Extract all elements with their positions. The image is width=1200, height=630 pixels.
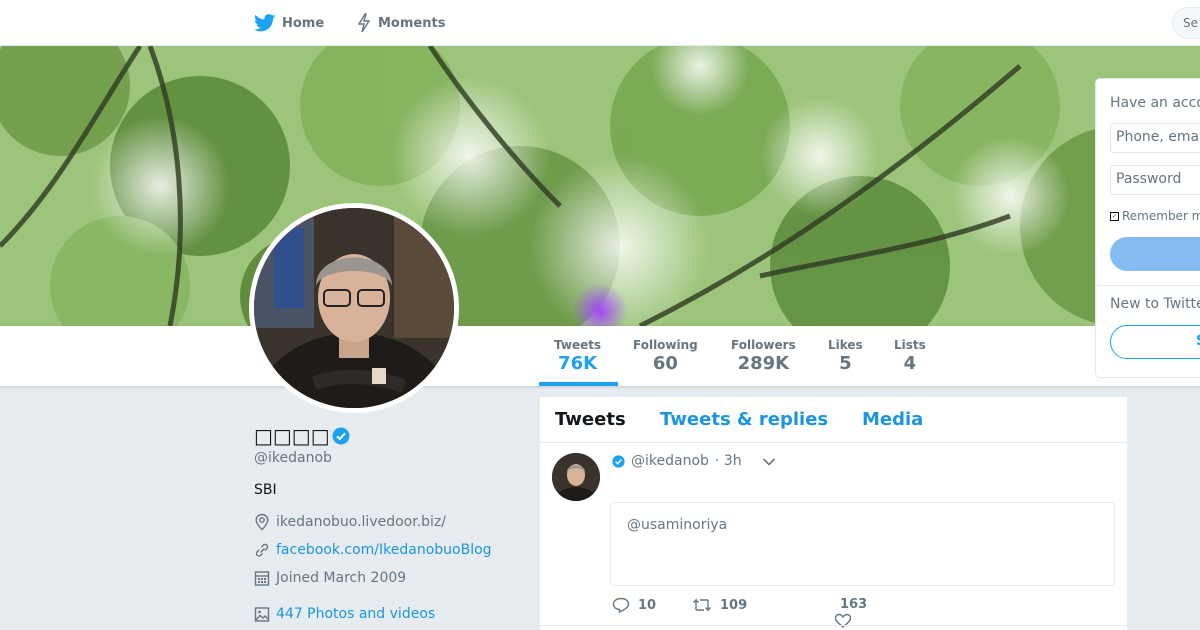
stat-followers[interactable]: Followers 289K <box>731 338 796 374</box>
nav-moments[interactable]: Moments <box>356 0 445 46</box>
calendar-icon <box>254 571 270 586</box>
like-count: 163 <box>840 597 868 612</box>
twitter-bird-icon <box>254 14 276 32</box>
tweet-divider <box>540 625 1127 626</box>
stat-label: Likes <box>828 338 863 352</box>
tweet-header: @ikedanob · 3h <box>612 453 742 469</box>
retweet-icon <box>693 598 711 612</box>
chevron-down-icon[interactable] <box>762 457 776 467</box>
login-button[interactable] <box>1110 237 1200 271</box>
profile-location: ikedanobuo.livedoor.biz/ <box>254 513 446 531</box>
profile-handle[interactable]: @ikedanob <box>254 450 332 466</box>
phone-email-field[interactable]: Phone, emai <box>1110 123 1200 153</box>
reply-button[interactable]: 10 <box>612 597 656 613</box>
image-icon <box>254 607 270 622</box>
login-title: Have an acco <box>1110 95 1200 111</box>
verified-badge-icon <box>612 454 625 468</box>
tweet[interactable]: @ikedanob · 3h @usaminoriya 10 109 163 <box>540 443 1127 630</box>
profile-name-text: □□□□ <box>254 424 330 448</box>
quoted-tweet-text: @usaminoriya <box>627 517 728 533</box>
stat-value: 4 <box>903 353 917 374</box>
reply-icon <box>612 597 630 613</box>
profile-website[interactable]: facebook.com/IkedanobuoBlog <box>254 541 492 559</box>
profile-banner <box>0 46 1200 326</box>
login-box: Have an acco Phone, emai Password ✓ Reme… <box>1095 78 1200 378</box>
signup-button[interactable]: S <box>1110 325 1200 359</box>
remember-me-label: Remember m <box>1122 209 1200 223</box>
nav-home-label: Home <box>282 15 325 31</box>
quoted-tweet[interactable]: @usaminoriya <box>610 502 1115 586</box>
location-pin-icon <box>255 513 269 531</box>
nav-moments-label: Moments <box>378 15 446 31</box>
profile-avatar[interactable] <box>249 203 459 413</box>
password-field[interactable]: Password <box>1110 165 1200 195</box>
new-to-twitter-label: New to Twitte <box>1110 296 1200 312</box>
like-button[interactable]: 163 <box>792 597 868 628</box>
profile-location-text: ikedanobuo.livedoor.biz/ <box>276 514 447 530</box>
heart-icon <box>834 613 852 628</box>
reply-count: 10 <box>638 597 657 613</box>
search-input[interactable]: Se <box>1172 7 1200 39</box>
stat-lists[interactable]: Lists 4 <box>894 338 926 374</box>
link-icon <box>255 543 269 557</box>
profile-joined: Joined March 2009 <box>254 569 406 587</box>
stat-following[interactable]: Following 60 <box>633 338 698 374</box>
stat-value: 76K <box>558 353 598 374</box>
retweet-button[interactable]: 109 <box>692 597 747 613</box>
active-stat-indicator <box>539 382 618 386</box>
timeline-tabs: Tweets Tweets & replies Media <box>540 397 1127 443</box>
tweet-handle[interactable]: @ikedanob <box>631 453 709 469</box>
remember-me-checkbox[interactable]: ✓ <box>1110 211 1119 221</box>
remember-me[interactable]: ✓ Remember m <box>1110 209 1200 223</box>
stat-tweets[interactable]: Tweets 76K <box>554 338 601 374</box>
photos-videos-label[interactable]: 447 Photos and videos <box>276 606 435 622</box>
tab-media[interactable]: Media <box>862 409 923 430</box>
profile-stats-bar: Tweets 76K Following 60 Followers 289K L… <box>0 326 1200 386</box>
stat-label: Following <box>633 338 698 352</box>
stat-value: 5 <box>839 353 852 374</box>
nav-home[interactable]: Home <box>254 0 324 46</box>
timeline: Tweets Tweets & replies Media @ikedanob … <box>540 397 1127 630</box>
stat-value: 289K <box>737 353 790 374</box>
verified-badge-icon <box>332 427 350 445</box>
stat-label: Followers <box>731 338 796 352</box>
photos-videos-link[interactable]: 447 Photos and videos <box>254 605 435 623</box>
login-divider <box>1096 285 1200 286</box>
tab-tweets-replies[interactable]: Tweets & replies <box>660 409 828 430</box>
lightning-icon <box>357 13 371 33</box>
profile-joined-text: Joined March 2009 <box>276 570 407 586</box>
profile-website-link[interactable]: facebook.com/IkedanobuoBlog <box>276 542 492 558</box>
tweet-avatar[interactable] <box>552 453 600 501</box>
stat-likes[interactable]: Likes 5 <box>828 338 863 374</box>
top-nav: Home Moments Se <box>0 0 1200 46</box>
retweet-count: 109 <box>720 597 748 613</box>
profile-bio: SBI <box>254 482 277 498</box>
tab-tweets[interactable]: Tweets <box>555 409 626 430</box>
profile-name: □□□□ <box>254 424 350 448</box>
stat-label: Lists <box>894 338 926 352</box>
stat-label: Tweets <box>554 338 602 352</box>
stat-value: 60 <box>652 353 678 374</box>
tweet-time[interactable]: · 3h <box>715 453 742 469</box>
